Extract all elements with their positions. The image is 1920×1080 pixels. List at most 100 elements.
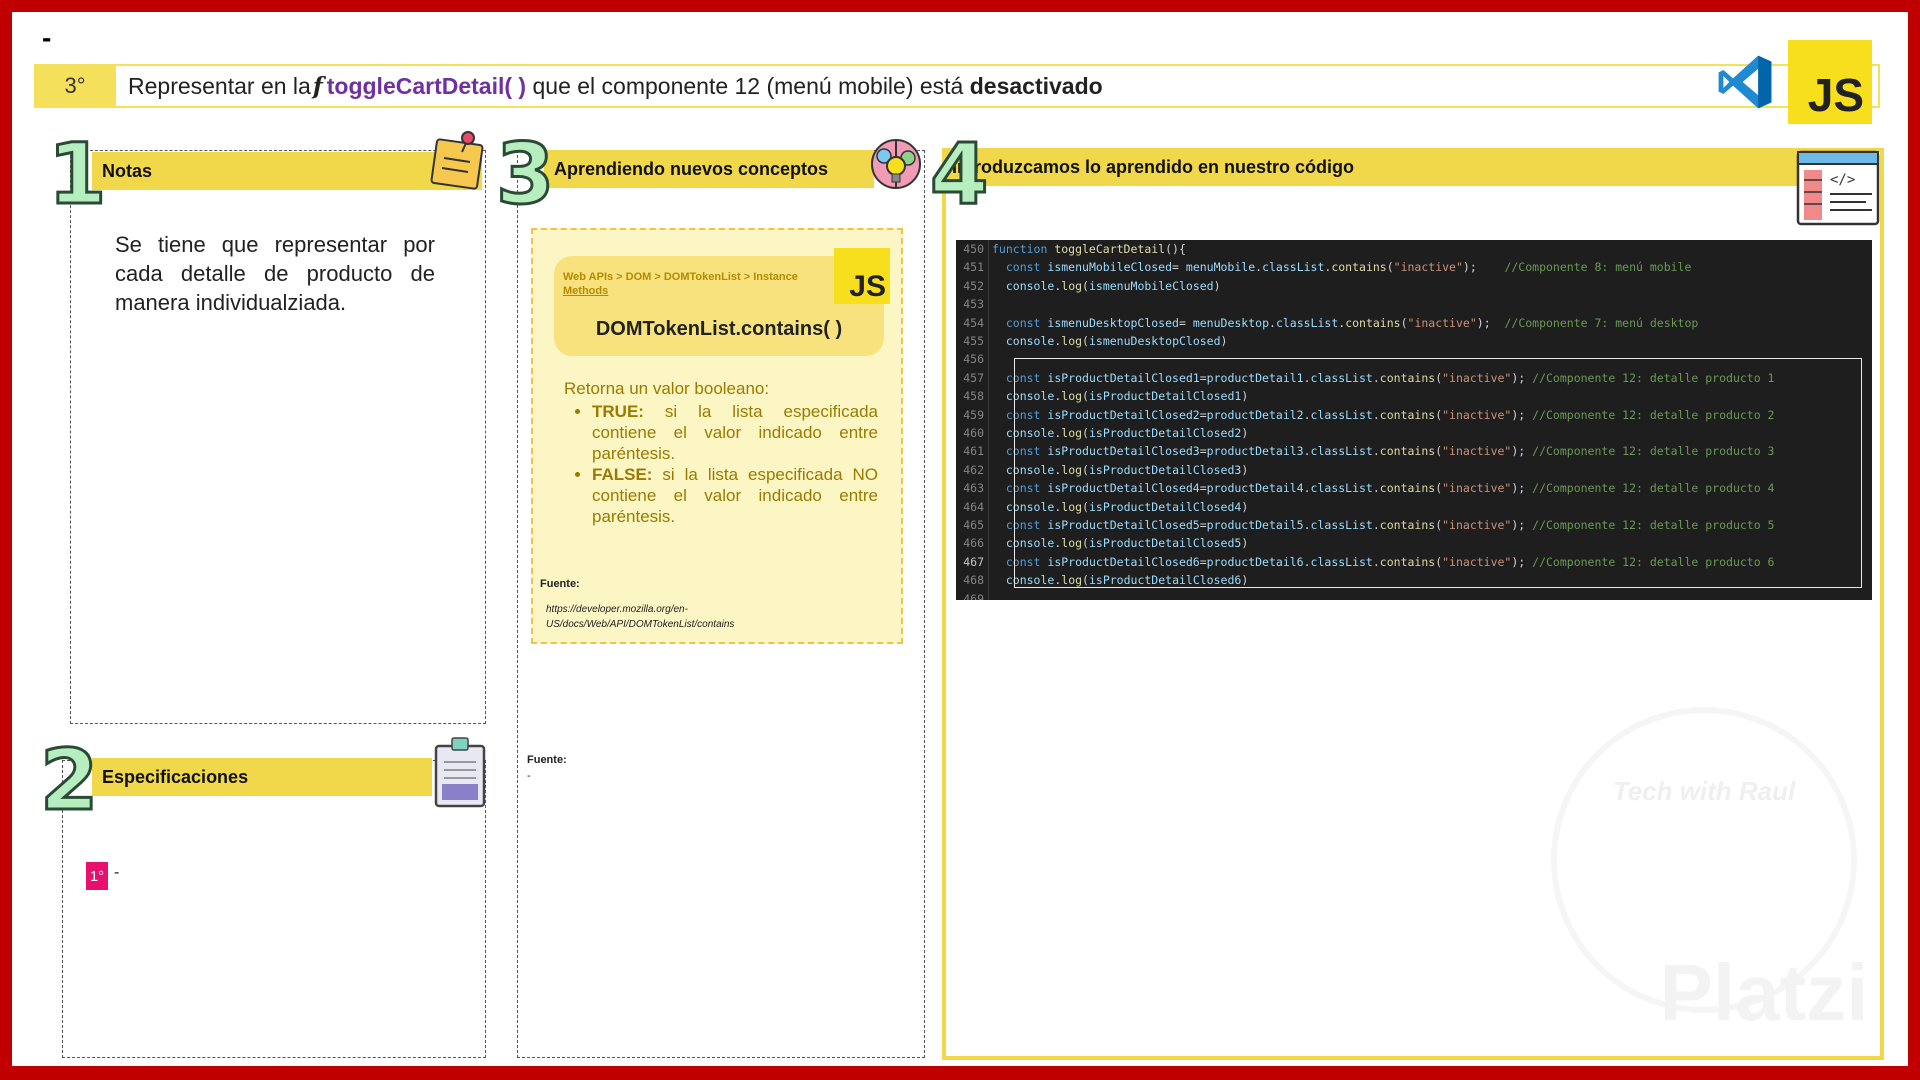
- code-line: 463 const isProductDetailClosed4=product…: [956, 479, 1872, 497]
- concept-method-name: DOMTokenList.contains( ): [595, 318, 843, 340]
- line-number: 450: [963, 242, 984, 256]
- code-text: console.log(ismenuMobileClosed): [1005, 278, 1221, 293]
- code-line: 458 console.log(isProductDetailClosed1): [956, 387, 1872, 405]
- code-text: console.log(isProductDetailClosed1): [1005, 389, 1249, 404]
- notes-header: Notas: [92, 152, 482, 190]
- source2-value: -: [527, 770, 531, 782]
- brain-icon: [871, 139, 921, 189]
- line-number: 457: [963, 370, 984, 385]
- section-number-1: 1: [46, 125, 107, 223]
- section-number-3: 3: [494, 125, 555, 223]
- slide-title: Representar en la f toggleCartDetail( ) …: [128, 68, 1103, 104]
- code-line: 462 console.log(isProductDetailClosed3): [956, 461, 1872, 479]
- source-label: Fuente:: [540, 578, 580, 590]
- code-line: 451 const ismenuMobileClosed= menuMobile…: [956, 258, 1872, 276]
- code-line: 456: [956, 350, 1872, 368]
- notes-text: Se tiene que representar por cada detall…: [115, 232, 435, 315]
- watermark-brand: Platzi: [1660, 948, 1869, 1037]
- code-line: 460 console.log(isProductDetailClosed2): [956, 424, 1872, 442]
- title-function-name: toggleCartDetail( ): [326, 72, 527, 99]
- concept-item-false: FALSE: si la lista especificada NO conti…: [592, 464, 878, 527]
- code-line: 453: [956, 295, 1872, 313]
- vscode-icon: [1718, 55, 1772, 109]
- title-bold-end: desactivado: [969, 72, 1103, 99]
- line-number: 464: [963, 499, 984, 514]
- step-number: 3°: [34, 64, 116, 108]
- line-number: 451: [963, 260, 984, 275]
- code-line: 469: [956, 590, 1872, 600]
- concept-item-true: TRUE: si la lista especificada contiene …: [592, 401, 878, 464]
- concept-list: TRUE: si la lista especificada contiene …: [564, 401, 878, 527]
- code-line: 450 function toggleCartDetail(){: [956, 240, 1872, 258]
- code-line: 461 const isProductDetailClosed3=product…: [956, 442, 1872, 460]
- line-number: 469: [963, 591, 984, 600]
- line-number: 465: [963, 518, 984, 532]
- js-logo-small: JS: [834, 248, 890, 304]
- line-number: 459: [963, 407, 984, 422]
- code-text: const isProductDetailClosed4=productDeta…: [1005, 481, 1775, 496]
- line-number: 467: [963, 554, 984, 569]
- js-logo: JS: [1788, 40, 1872, 124]
- code-line: 466 console.log(isProductDetailClosed5): [956, 534, 1872, 552]
- specs-header: Especificaciones: [92, 758, 432, 796]
- specs-panel: [62, 760, 486, 1058]
- section-number-2: 2: [38, 731, 99, 829]
- concept-term: FALSE:: [592, 465, 653, 484]
- code-text: console.log(isProductDetailClosed6): [1005, 573, 1249, 588]
- function-symbol: f: [312, 72, 323, 100]
- code-text: console.log(isProductDetailClosed3): [1005, 462, 1249, 477]
- svg-text:</>: </>: [1830, 172, 1855, 188]
- clipboard-icon: [434, 737, 486, 808]
- section-number-4: 4: [928, 125, 989, 223]
- code-text: console.log(isProductDetailClosed2): [1005, 426, 1249, 440]
- line-number: 468: [963, 573, 984, 588]
- mdn-breadcrumb: Web APIs > DOM > DOMTokenList > Instance…: [563, 270, 823, 298]
- code-text: const isProductDetailClosed3=productDeta…: [1005, 444, 1775, 459]
- code-text: const isProductDetailClosed5=productDeta…: [1005, 518, 1775, 532]
- spec-item-badge: 1°: [86, 862, 108, 890]
- line-number: 454: [963, 315, 984, 330]
- line-number: 456: [963, 352, 984, 367]
- code-editor[interactable]: 450 function toggleCartDetail(){ 451 const…: [956, 240, 1872, 600]
- code-text: const ismenuMobileClosed= menuMobile.cla…: [1005, 260, 1692, 275]
- learning-header: Aprendiendo nuevos conceptos: [544, 150, 874, 188]
- line-number: 458: [963, 389, 984, 404]
- spec-item-value: -: [114, 864, 120, 881]
- breadcrumb-path: Web APIs > DOM > DOMTokenList > Instance: [563, 271, 798, 283]
- code-header: Introduzcamos lo aprendido en nuestro có…: [942, 148, 1797, 186]
- line-number: 462: [963, 462, 984, 477]
- code-line: 457 const isProductDetailClosed1=product…: [956, 369, 1872, 387]
- line-number: 452: [963, 278, 984, 293]
- line-number: 463: [963, 481, 984, 496]
- breadcrumb-link[interactable]: Methods: [563, 285, 608, 297]
- line-number: 461: [963, 444, 984, 459]
- line-number: 466: [963, 536, 984, 551]
- code-text: const ismenuDesktopClosed= menuDesktop.c…: [1005, 315, 1699, 330]
- title-prefix: Representar en la: [128, 72, 311, 99]
- code-line: 465 const isProductDetailClosed5=product…: [956, 516, 1872, 534]
- code-text: const isProductDetailClosed2=productDeta…: [1005, 407, 1775, 422]
- code-line: 455 console.log(ismenuDesktopClosed): [956, 332, 1872, 350]
- code-text: console.log(isProductDetailClosed5): [1005, 536, 1249, 551]
- line-number: 455: [963, 334, 984, 348]
- source2-label: Fuente:: [527, 754, 567, 766]
- code-line: 459 const isProductDetailClosed2=product…: [956, 406, 1872, 424]
- watermark-logo: Tech with Raul Platzi: [1551, 707, 1869, 1037]
- concept-term: TRUE:: [592, 402, 644, 421]
- top-dash: -: [42, 22, 52, 53]
- sticky-note-icon: [430, 131, 484, 190]
- code-line: 454 const ismenuDesktopClosed= menuDeskt…: [956, 314, 1872, 332]
- concept-description: Retorna un valor booleano: TRUE: si la l…: [564, 378, 878, 527]
- code-text: console.log(ismenuDesktopClosed): [1005, 334, 1228, 348]
- code-line: 464 console.log(isProductDetailClosed4): [956, 498, 1872, 516]
- code-text: const isProductDetailClosed1=productDeta…: [1005, 370, 1775, 385]
- line-number: 453: [963, 297, 984, 312]
- source-url[interactable]: https://developer.mozilla.org/en-US/docs…: [546, 602, 776, 632]
- code-window-icon: </>: [1796, 150, 1880, 226]
- code-line: 467 const isProductDetailClosed6=product…: [956, 553, 1872, 571]
- title-middle: que el componente 12 (menú mobile) está: [526, 72, 970, 99]
- code-text: function toggleCartDetail(){: [992, 242, 1186, 256]
- concept-intro: Retorna un valor booleano:: [564, 379, 770, 398]
- code-line: 452 console.log(ismenuMobileClosed): [956, 277, 1872, 295]
- code-text: console.log(isProductDetailClosed4): [1005, 499, 1249, 514]
